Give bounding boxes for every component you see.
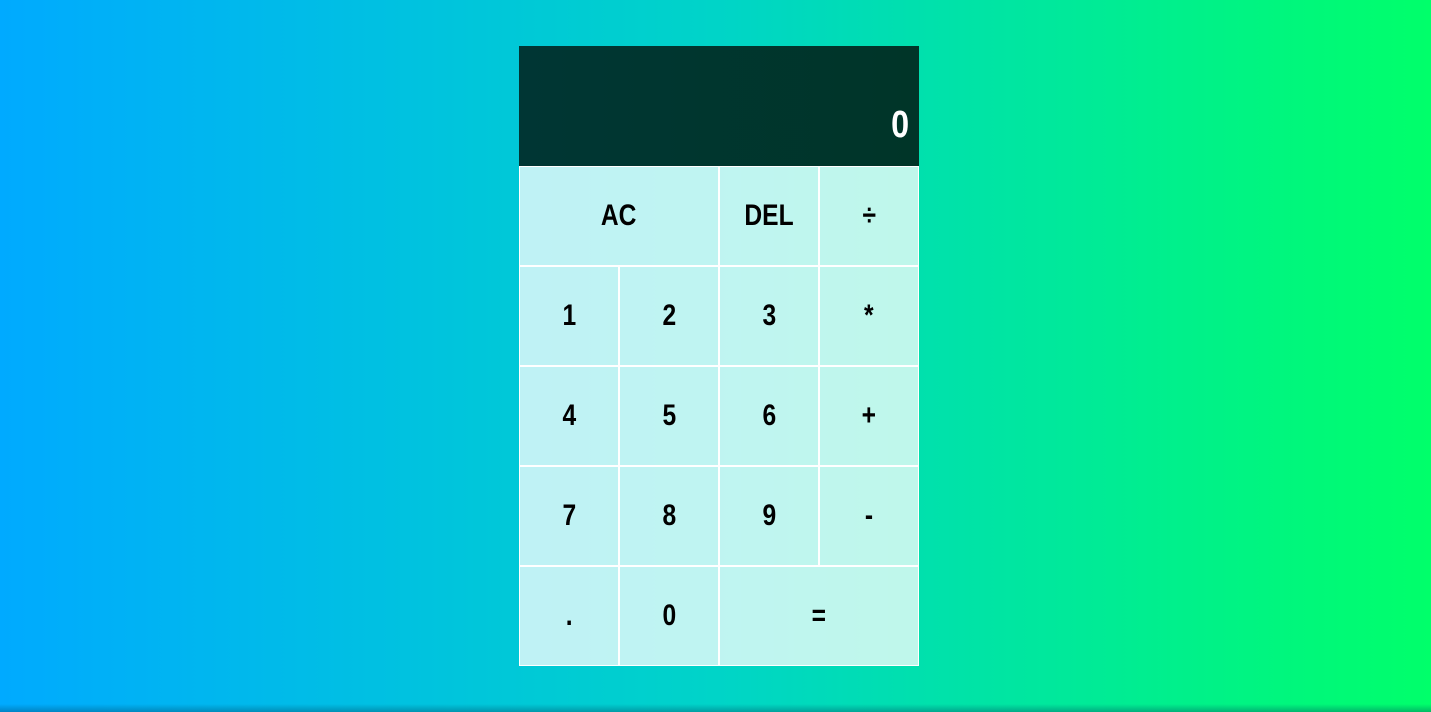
add-label: + [861, 399, 877, 432]
decimal-label: . [565, 599, 573, 632]
decimal-button[interactable]: . [519, 566, 619, 666]
all-clear-label: AC [601, 199, 637, 232]
digit-4-button[interactable]: 4 [519, 366, 619, 466]
digit-7-label: 7 [562, 499, 576, 532]
digit-1-button[interactable]: 1 [519, 266, 619, 366]
digit-0-label: 0 [662, 599, 676, 632]
delete-label: DEL [744, 199, 794, 232]
digit-0-button[interactable]: 0 [619, 566, 719, 666]
digit-6-button[interactable]: 6 [719, 366, 819, 466]
digit-8-button[interactable]: 8 [619, 466, 719, 566]
digit-5-label: 5 [662, 399, 676, 432]
digit-4-label: 4 [562, 399, 576, 432]
multiply-label: * [864, 299, 874, 332]
multiply-button[interactable]: * [819, 266, 919, 366]
delete-button[interactable]: DEL [719, 166, 819, 266]
digit-8-label: 8 [662, 499, 676, 532]
divide-label: ÷ [862, 199, 876, 232]
digit-3-label: 3 [762, 299, 776, 332]
digit-5-button[interactable]: 5 [619, 366, 719, 466]
digit-1-label: 1 [562, 299, 576, 332]
equals-label: = [811, 599, 827, 632]
output-display: 0 [519, 46, 919, 166]
digit-2-button[interactable]: 2 [619, 266, 719, 366]
digit-7-button[interactable]: 7 [519, 466, 619, 566]
current-operand: 0 [891, 104, 909, 146]
add-button[interactable]: + [819, 366, 919, 466]
bottom-edge-shadow [0, 704, 1431, 712]
digit-3-button[interactable]: 3 [719, 266, 819, 366]
digit-9-button[interactable]: 9 [719, 466, 819, 566]
divide-button[interactable]: ÷ [819, 166, 919, 266]
equals-button[interactable]: = [719, 566, 919, 666]
digit-6-label: 6 [762, 399, 776, 432]
digit-2-label: 2 [662, 299, 676, 332]
digit-9-label: 9 [762, 499, 776, 532]
calculator: 0 AC DEL ÷ 1 2 3 * 4 5 6 + 7 8 9 - . 0 = [519, 46, 919, 666]
subtract-label: - [864, 499, 874, 532]
subtract-button[interactable]: - [819, 466, 919, 566]
all-clear-button[interactable]: AC [519, 166, 719, 266]
